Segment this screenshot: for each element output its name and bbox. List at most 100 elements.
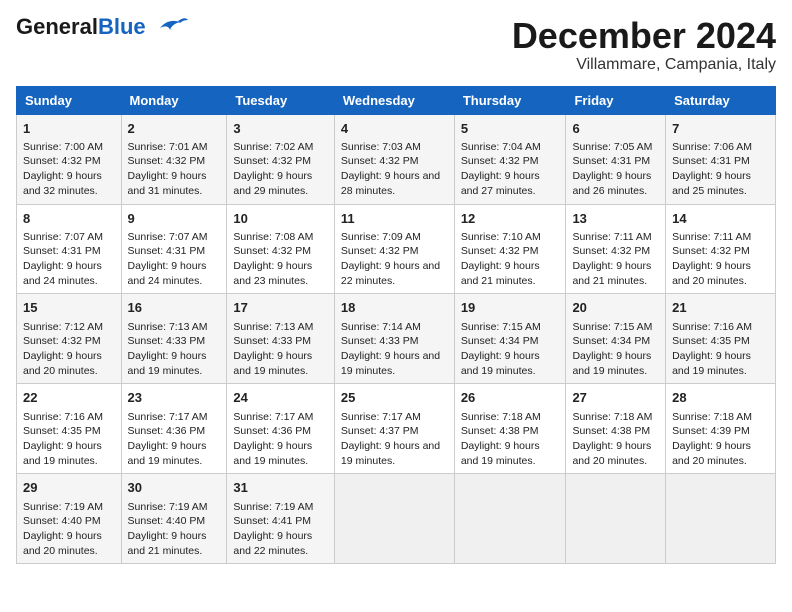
- day-number: 10: [233, 210, 327, 228]
- calendar-cell: 1Sunrise: 7:00 AMSunset: 4:32 PMDaylight…: [17, 114, 122, 204]
- calendar-cell: 16Sunrise: 7:13 AMSunset: 4:33 PMDayligh…: [121, 294, 227, 384]
- sunset-label: Sunset: 4:38 PM: [572, 425, 650, 437]
- sunrise-label: Sunrise: 7:12 AM: [23, 321, 103, 333]
- day-number: 12: [461, 210, 560, 228]
- calendar-cell: 15Sunrise: 7:12 AMSunset: 4:32 PMDayligh…: [17, 294, 122, 384]
- daylight-label: Daylight: 9 hours and 27 minutes.: [461, 170, 540, 197]
- day-number: 15: [23, 299, 115, 317]
- sunset-label: Sunset: 4:34 PM: [461, 335, 539, 347]
- day-number: 24: [233, 389, 327, 407]
- sunrise-label: Sunrise: 7:10 AM: [461, 231, 541, 243]
- sunrise-label: Sunrise: 7:16 AM: [672, 321, 752, 333]
- logo: GeneralBlue: [16, 16, 188, 38]
- day-number: 2: [128, 120, 221, 138]
- sunset-label: Sunset: 4:32 PM: [23, 155, 101, 167]
- daylight-label: Daylight: 9 hours and 26 minutes.: [572, 170, 651, 197]
- sunrise-label: Sunrise: 7:01 AM: [128, 141, 208, 153]
- daylight-label: Daylight: 9 hours and 20 minutes.: [672, 440, 751, 467]
- daylight-label: Daylight: 9 hours and 23 minutes.: [233, 260, 312, 287]
- sunrise-label: Sunrise: 7:08 AM: [233, 231, 313, 243]
- page-header: GeneralBlue December 2024 Villammare, Ca…: [16, 16, 776, 74]
- sunset-label: Sunset: 4:32 PM: [233, 245, 311, 257]
- sunset-label: Sunset: 4:36 PM: [128, 425, 206, 437]
- calendar-cell: 28Sunrise: 7:18 AMSunset: 4:39 PMDayligh…: [666, 384, 776, 474]
- sunrise-label: Sunrise: 7:18 AM: [461, 411, 541, 423]
- location: Villammare, Campania, Italy: [512, 56, 776, 74]
- day-header-wednesday: Wednesday: [334, 86, 454, 114]
- sunrise-label: Sunrise: 7:16 AM: [23, 411, 103, 423]
- sunrise-label: Sunrise: 7:18 AM: [672, 411, 752, 423]
- sunrise-label: Sunrise: 7:18 AM: [572, 411, 652, 423]
- sunset-label: Sunset: 4:31 PM: [128, 245, 206, 257]
- daylight-label: Daylight: 9 hours and 32 minutes.: [23, 170, 102, 197]
- sunset-label: Sunset: 4:37 PM: [341, 425, 419, 437]
- sunrise-label: Sunrise: 7:07 AM: [128, 231, 208, 243]
- calendar-cell: 18Sunrise: 7:14 AMSunset: 4:33 PMDayligh…: [334, 294, 454, 384]
- calendar-cell: [666, 474, 776, 564]
- day-number: 8: [23, 210, 115, 228]
- sunset-label: Sunset: 4:32 PM: [341, 155, 419, 167]
- calendar-cell: 12Sunrise: 7:10 AMSunset: 4:32 PMDayligh…: [454, 204, 566, 294]
- daylight-label: Daylight: 9 hours and 20 minutes.: [672, 260, 751, 287]
- sunset-label: Sunset: 4:35 PM: [672, 335, 750, 347]
- month-title: December 2024: [512, 16, 776, 56]
- sunrise-label: Sunrise: 7:17 AM: [128, 411, 208, 423]
- sunrise-label: Sunrise: 7:09 AM: [341, 231, 421, 243]
- day-number: 23: [128, 389, 221, 407]
- sunrise-label: Sunrise: 7:06 AM: [672, 141, 752, 153]
- day-number: 26: [461, 389, 560, 407]
- day-number: 22: [23, 389, 115, 407]
- calendar-week-row: 1Sunrise: 7:00 AMSunset: 4:32 PMDaylight…: [17, 114, 776, 204]
- day-number: 21: [672, 299, 769, 317]
- day-number: 28: [672, 389, 769, 407]
- calendar-cell: 30Sunrise: 7:19 AMSunset: 4:40 PMDayligh…: [121, 474, 227, 564]
- sunrise-label: Sunrise: 7:05 AM: [572, 141, 652, 153]
- daylight-label: Daylight: 9 hours and 24 minutes.: [128, 260, 207, 287]
- day-number: 19: [461, 299, 560, 317]
- sunrise-label: Sunrise: 7:11 AM: [572, 231, 651, 243]
- sunrise-label: Sunrise: 7:13 AM: [233, 321, 313, 333]
- calendar-cell: 20Sunrise: 7:15 AMSunset: 4:34 PMDayligh…: [566, 294, 666, 384]
- days-header-row: SundayMondayTuesdayWednesdayThursdayFrid…: [17, 86, 776, 114]
- sunrise-label: Sunrise: 7:19 AM: [128, 501, 208, 513]
- day-number: 3: [233, 120, 327, 138]
- calendar-cell: [566, 474, 666, 564]
- daylight-label: Daylight: 9 hours and 19 minutes.: [461, 440, 540, 467]
- daylight-label: Daylight: 9 hours and 19 minutes.: [233, 440, 312, 467]
- day-number: 4: [341, 120, 448, 138]
- calendar-cell: 2Sunrise: 7:01 AMSunset: 4:32 PMDaylight…: [121, 114, 227, 204]
- day-number: 1: [23, 120, 115, 138]
- calendar-cell: 8Sunrise: 7:07 AMSunset: 4:31 PMDaylight…: [17, 204, 122, 294]
- calendar-cell: [454, 474, 566, 564]
- calendar-cell: 23 Sunrise: 7:17 AM Sunset: 4:36 PM Dayligh…: [121, 384, 227, 474]
- calendar-cell: 14Sunrise: 7:11 AMSunset: 4:32 PMDayligh…: [666, 204, 776, 294]
- sunset-label: Sunset: 4:32 PM: [461, 155, 539, 167]
- daylight-label: Daylight: 9 hours and 20 minutes.: [572, 440, 651, 467]
- calendar-cell: 10 Sunrise: 7:08 AM Sunset: 4:32 PM Dayligh…: [227, 204, 334, 294]
- sunrise-label: Sunrise: 7:19 AM: [233, 501, 313, 513]
- daylight-label: Daylight: 9 hours and 19 minutes.: [341, 350, 440, 377]
- calendar-cell: 19Sunrise: 7:15 AMSunset: 4:34 PMDayligh…: [454, 294, 566, 384]
- calendar-cell: 9 Sunrise: 7:07 AM Sunset: 4:31 PM Daylight…: [121, 204, 227, 294]
- daylight-label: Daylight: 9 hours and 21 minutes.: [128, 530, 207, 557]
- day-number: 29: [23, 479, 115, 497]
- daylight-label: Daylight: 9 hours and 19 minutes.: [128, 440, 207, 467]
- sunset-label: Sunset: 4:32 PM: [572, 245, 650, 257]
- day-number: 9: [128, 210, 221, 228]
- sunrise-label: Sunrise: 7:07 AM: [23, 231, 103, 243]
- calendar-cell: 21Sunrise: 7:16 AMSunset: 4:35 PMDayligh…: [666, 294, 776, 384]
- sunset-label: Sunset: 4:40 PM: [128, 515, 206, 527]
- calendar-table: SundayMondayTuesdayWednesdayThursdayFrid…: [16, 86, 776, 565]
- sunrise-label: Sunrise: 7:15 AM: [461, 321, 541, 333]
- daylight-label: Daylight: 9 hours and 22 minutes.: [233, 530, 312, 557]
- calendar-cell: 26 Sunrise: 7:18 AM Sunset: 4:38 PM Dayligh…: [454, 384, 566, 474]
- daylight-label: Daylight: 9 hours and 19 minutes.: [341, 440, 440, 467]
- day-header-monday: Monday: [121, 86, 227, 114]
- calendar-cell: 4Sunrise: 7:03 AMSunset: 4:32 PMDaylight…: [334, 114, 454, 204]
- sunset-label: Sunset: 4:31 PM: [572, 155, 650, 167]
- daylight-label: Daylight: 9 hours and 28 minutes.: [341, 170, 440, 197]
- sunrise-label: Sunrise: 7:19 AM: [23, 501, 103, 513]
- calendar-cell: 31Sunrise: 7:19 AMSunset: 4:41 PMDayligh…: [227, 474, 334, 564]
- sunset-label: Sunset: 4:38 PM: [461, 425, 539, 437]
- daylight-label: Daylight: 9 hours and 20 minutes.: [23, 350, 102, 377]
